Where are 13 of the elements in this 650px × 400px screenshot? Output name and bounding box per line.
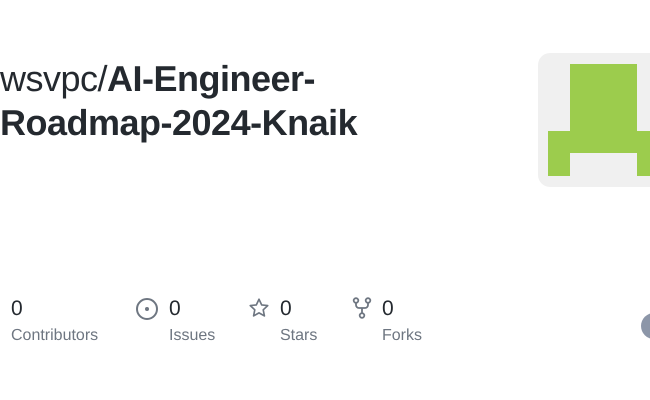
stat-label: Stars <box>280 326 318 346</box>
fork-icon <box>352 297 372 319</box>
repo-name: Roadmap-2024-Knaik <box>0 101 358 145</box>
stat-count: 0 <box>280 297 293 321</box>
star-icon <box>248 297 270 319</box>
stat-count: 0 <box>382 297 395 321</box>
stat-count: 0 <box>11 297 24 321</box>
stat-label: Contributors <box>11 326 98 346</box>
stat-label: Issues <box>169 326 216 346</box>
stat-count: 0 <box>169 297 182 321</box>
repo-name: AI-Engineer- <box>107 57 316 101</box>
stat-label: Forks <box>382 326 422 346</box>
issue-icon <box>135 297 159 321</box>
